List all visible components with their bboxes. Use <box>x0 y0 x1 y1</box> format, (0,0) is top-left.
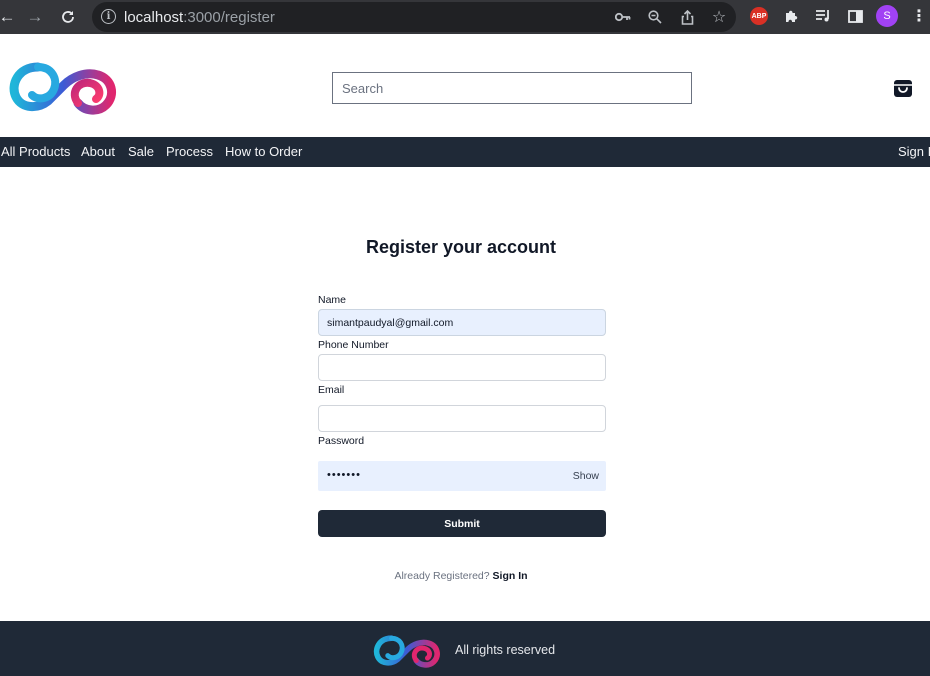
already-registered-text: Already Registered? Sign In <box>0 570 922 582</box>
footer-logo-icon <box>373 635 440 668</box>
name-label: Name <box>318 294 347 306</box>
sign-in-link[interactable]: Sign In <box>493 570 528 582</box>
profile-initial: S <box>883 10 891 22</box>
nav-how-to-order[interactable]: How to Order <box>225 144 302 159</box>
back-icon[interactable]: ← <box>0 4 20 30</box>
email-input[interactable] <box>318 405 606 432</box>
phone-label: Phone Number <box>318 339 389 351</box>
abp-label: ABP <box>751 12 767 20</box>
page-title: Register your account <box>365 237 557 257</box>
already-registered-label: Already Registered? <box>394 570 490 582</box>
address-bar[interactable]: i localhost:3000/register ☆ <box>92 2 736 32</box>
zoom-icon[interactable] <box>645 7 665 27</box>
share-icon[interactable] <box>677 7 697 27</box>
phone-input[interactable] <box>318 354 606 381</box>
email-label: Email <box>318 384 345 396</box>
forward-icon[interactable]: → <box>22 4 48 30</box>
site-header <box>0 37 930 137</box>
menu-icon[interactable]: ⋮ <box>909 6 929 26</box>
submit-button[interactable]: Submit <box>318 510 606 537</box>
show-password-button[interactable]: Show <box>573 470 599 482</box>
profile-avatar[interactable]: S <box>876 5 898 27</box>
key-icon[interactable] <box>613 7 633 27</box>
abp-icon[interactable]: ABP <box>750 7 768 25</box>
reload-icon[interactable] <box>55 4 81 30</box>
shopping-bag-icon[interactable] <box>892 77 914 99</box>
nav-all-products[interactable]: All Products <box>1 144 70 159</box>
nav-sale[interactable]: Sale <box>128 144 154 159</box>
main-navbar: All Products About Sale Process How to O… <box>0 137 930 167</box>
info-icon[interactable]: i <box>101 9 116 24</box>
password-value: ••••••• <box>327 469 361 481</box>
nav-about[interactable]: About <box>81 144 115 159</box>
nav-sign-in[interactable]: Sign In <box>898 144 930 159</box>
browser-toolbar: ← → i localhost:3000/register ☆ ABP S ⋮ <box>0 0 930 34</box>
url-text: localhost:3000/register <box>124 9 275 26</box>
site-footer: All rights reserved <box>0 621 930 676</box>
name-input[interactable] <box>318 309 606 336</box>
sidepanel-icon[interactable] <box>845 6 865 26</box>
nav-process[interactable]: Process <box>166 144 213 159</box>
brand-logo-icon[interactable] <box>8 57 118 115</box>
search-input[interactable] <box>332 72 692 104</box>
star-icon[interactable]: ☆ <box>709 7 729 27</box>
password-input[interactable]: ••••••• Show <box>318 461 606 491</box>
playlist-icon[interactable] <box>813 6 833 26</box>
footer-copyright: All rights reserved <box>455 643 556 657</box>
puzzle-icon[interactable] <box>781 6 801 26</box>
password-label: Password <box>318 435 365 447</box>
